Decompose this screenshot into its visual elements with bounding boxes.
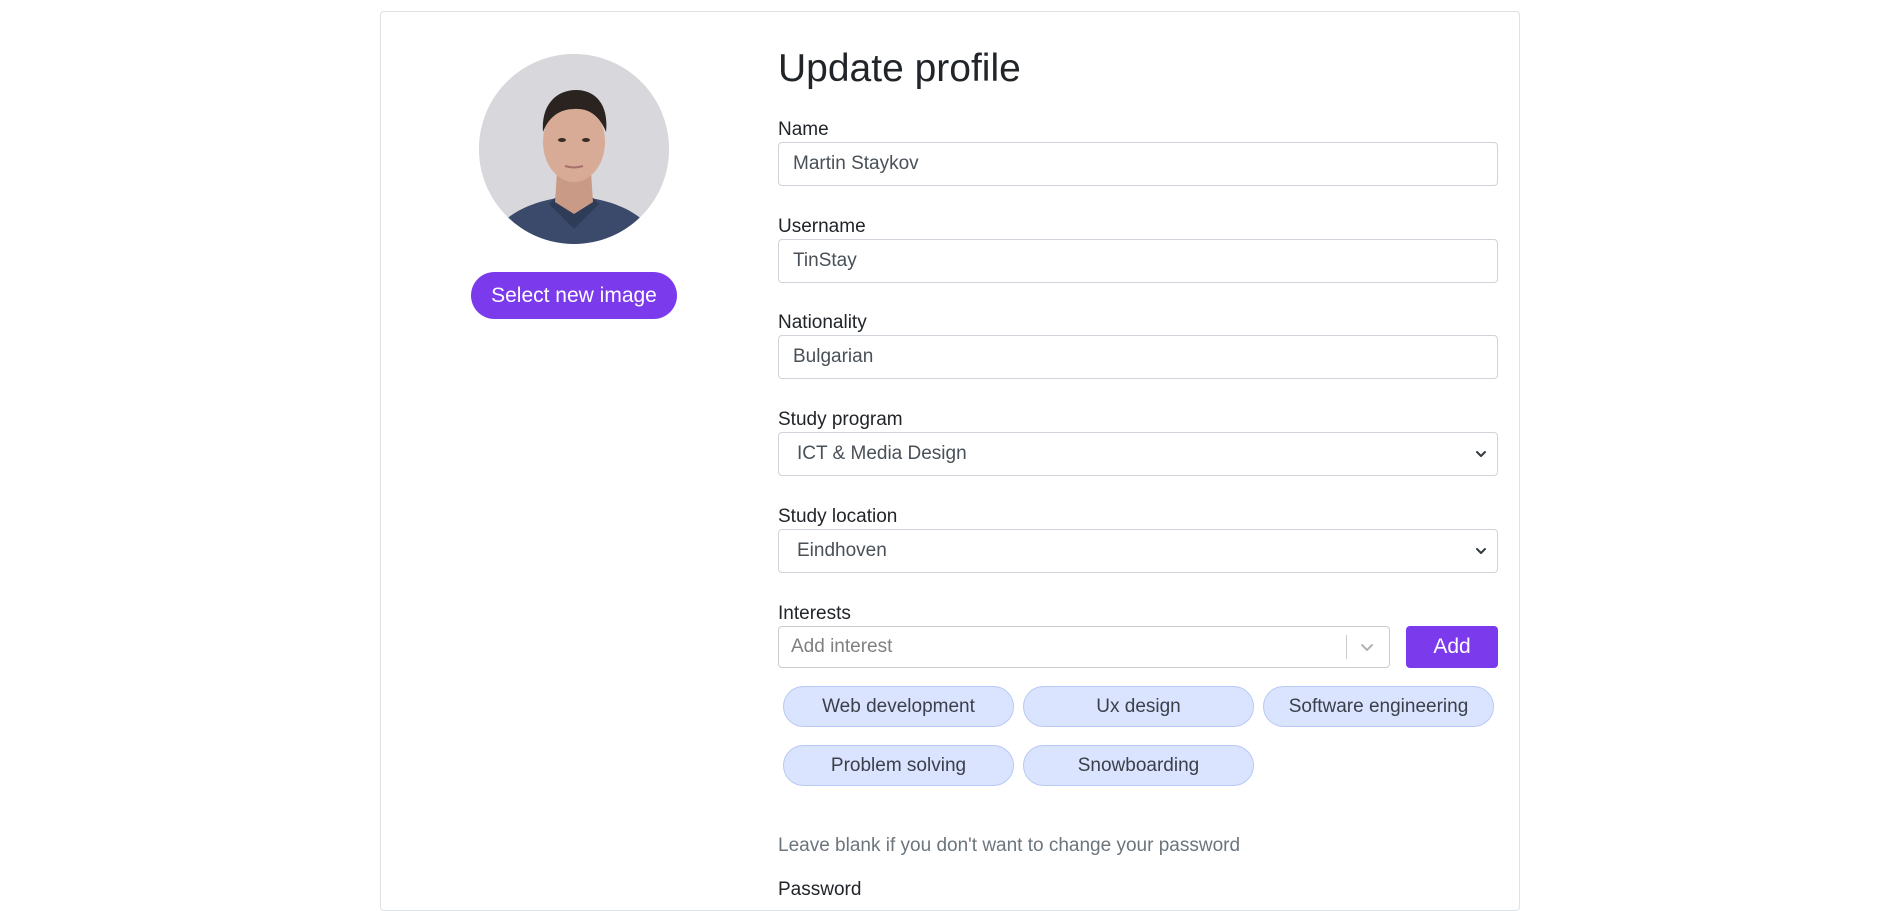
add-interest-button[interactable]: Add <box>1406 626 1498 668</box>
study-program-select[interactable]: ICT & Media Design <box>778 432 1498 476</box>
chevron-down-icon <box>1476 451 1486 457</box>
avatar <box>479 54 669 244</box>
study-location-select[interactable]: Eindhoven <box>778 529 1498 573</box>
study-location-value: Eindhoven <box>797 540 887 561</box>
chevron-down-icon[interactable] <box>1355 635 1379 659</box>
interests-label: Interests <box>778 603 851 624</box>
select-new-image-button[interactable]: Select new image <box>471 272 677 319</box>
nationality-label: Nationality <box>778 312 867 333</box>
interest-chip[interactable]: Web development <box>783 686 1014 727</box>
interest-chip[interactable]: Problem solving <box>783 745 1014 786</box>
study-program-label: Study program <box>778 409 903 430</box>
username-input[interactable] <box>778 239 1498 283</box>
name-label: Name <box>778 119 829 140</box>
password-hint: Leave blank if you don't want to change … <box>778 835 1241 856</box>
profile-card: Select new image Update profile Name Use… <box>380 11 1520 911</box>
nationality-input[interactable] <box>778 335 1498 379</box>
add-interest-placeholder: Add interest <box>791 636 893 657</box>
study-location-label: Study location <box>778 506 898 527</box>
username-label: Username <box>778 216 866 237</box>
combobox-separator <box>1346 635 1347 659</box>
name-input[interactable] <box>778 142 1498 186</box>
interest-chip[interactable]: Snowboarding <box>1023 745 1254 786</box>
chevron-down-icon <box>1476 548 1486 554</box>
interest-chip[interactable]: Software engineering <box>1263 686 1494 727</box>
add-interest-combobox[interactable]: Add interest <box>778 626 1390 668</box>
avatar-photo <box>479 54 669 244</box>
study-program-value: ICT & Media Design <box>797 443 967 464</box>
interest-chip[interactable]: Ux design <box>1023 686 1254 727</box>
password-label: Password <box>778 879 862 900</box>
page-title: Update profile <box>778 47 1021 90</box>
